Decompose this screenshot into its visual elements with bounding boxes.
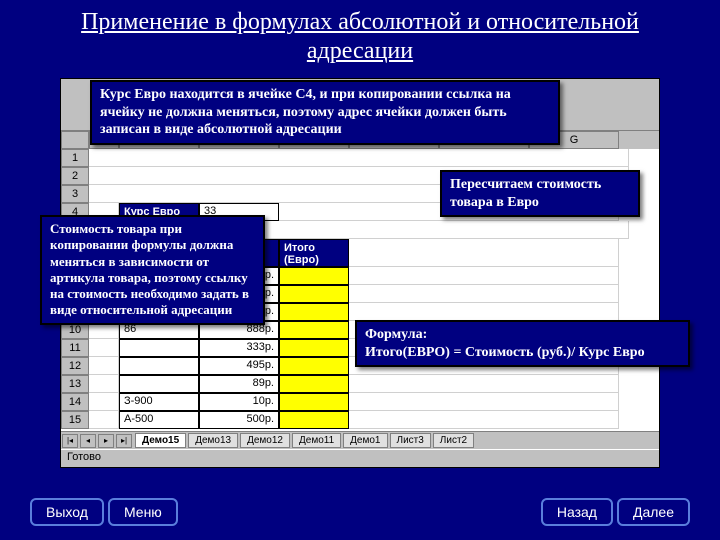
exit-button[interactable]: Выход [30, 498, 104, 526]
callout-absolute-ref: Курс Евро находится в ячейке С4, и при к… [90, 80, 560, 145]
sheet-tab[interactable]: Лист2 [433, 433, 474, 448]
cell-euro[interactable] [279, 411, 349, 429]
callout-relative-ref: Стоимость товара при копировании формулы… [40, 215, 265, 325]
cell-euro[interactable] [279, 303, 349, 321]
cell-euro[interactable] [279, 393, 349, 411]
sheet-tab[interactable]: Демо11 [292, 433, 341, 448]
cell-cost[interactable]: 333р. [199, 339, 279, 357]
table-row: 1389р. [61, 375, 659, 393]
menu-button[interactable]: Меню [108, 498, 178, 526]
tab-nav-last-icon[interactable]: ▸| [116, 434, 132, 448]
callout-formula: Формула: Итого(ЕВРО) = Стоимость (руб.)/… [355, 320, 690, 367]
cell-euro[interactable] [279, 285, 349, 303]
cell-cost[interactable]: 10р. [199, 393, 279, 411]
cell-cost[interactable]: 500р. [199, 411, 279, 429]
cell-euro[interactable] [279, 357, 349, 375]
cell-article[interactable] [119, 339, 199, 357]
cell-cost[interactable]: 89р. [199, 375, 279, 393]
tab-nav-prev-icon[interactable]: ◂ [80, 434, 96, 448]
slide-title: Применение в формулах абсолютной и относ… [0, 0, 720, 66]
next-button[interactable]: Далее [617, 498, 690, 526]
sheet-tab[interactable]: Лист3 [390, 433, 431, 448]
callout-recalc-euro: Пересчитаем стоимость товара в Евро [440, 170, 640, 217]
sheet-tab[interactable]: Демо12 [240, 433, 290, 448]
cell-article[interactable] [119, 357, 199, 375]
cell-euro[interactable] [279, 375, 349, 393]
status-bar: Готово [61, 449, 659, 467]
cell-cost[interactable]: 495р. [199, 357, 279, 375]
back-button[interactable]: Назад [541, 498, 613, 526]
cell-article[interactable]: А-500 [119, 411, 199, 429]
table-row: 15А-500500р. [61, 411, 659, 429]
cell-article[interactable] [119, 375, 199, 393]
sheet-tab[interactable]: Демо13 [188, 433, 238, 448]
cell-article[interactable]: З-900 [119, 393, 199, 411]
cell-euro[interactable] [279, 321, 349, 339]
table-row: 14З-90010р. [61, 393, 659, 411]
tab-nav-first-icon[interactable]: |◂ [62, 434, 78, 448]
header-total: Итого (Евро) [279, 239, 349, 267]
sheet-tab[interactable]: Демо1 [343, 433, 387, 448]
formula-text: Итого(ЕВРО) = Стоимость (руб.)/ Курс Евр… [365, 345, 645, 360]
formula-label: Формула: [365, 327, 427, 342]
sheet-tab[interactable]: Демо15 [135, 433, 186, 448]
sheet-tabs: |◂ ◂ ▸ ▸| Демо15Демо13Демо12Демо11Демо1Л… [61, 431, 659, 449]
cell-euro[interactable] [279, 267, 349, 285]
tab-nav-next-icon[interactable]: ▸ [98, 434, 114, 448]
cell-euro[interactable] [279, 339, 349, 357]
